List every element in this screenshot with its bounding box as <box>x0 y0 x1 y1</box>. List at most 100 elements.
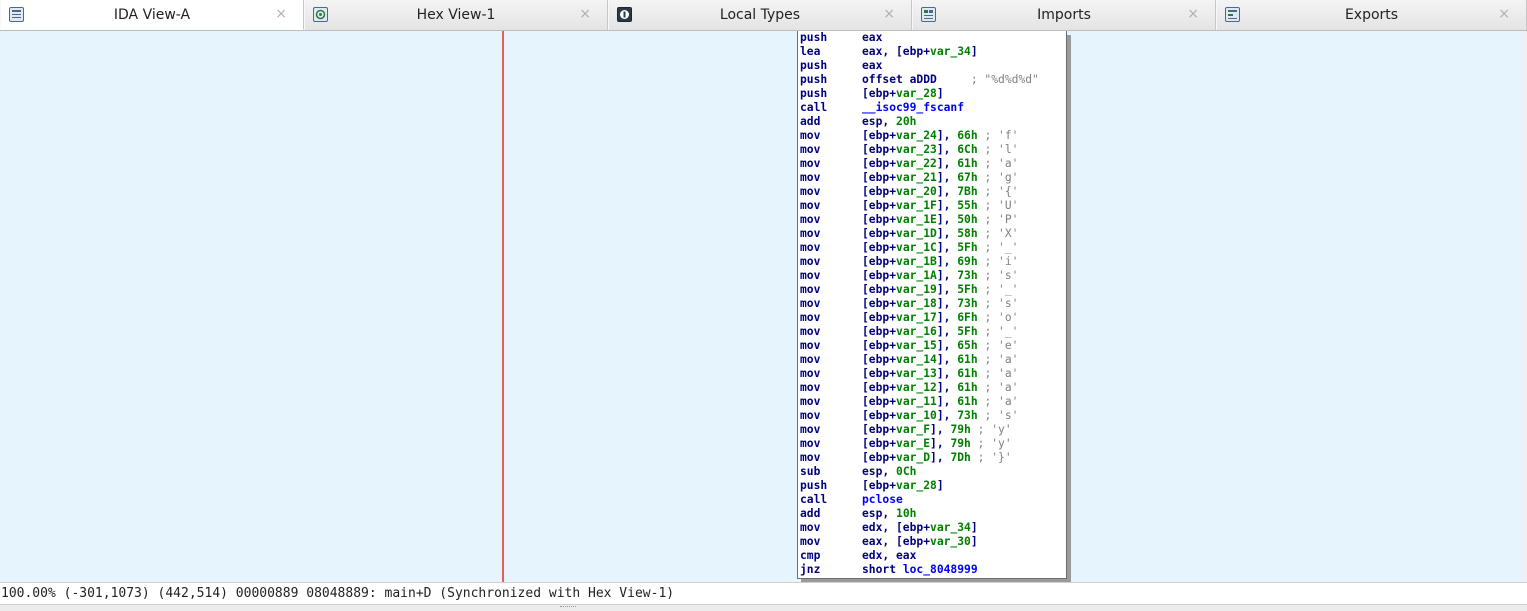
asm-operand[interactable]: [ebp+ <box>862 87 896 100</box>
asm-line[interactable]: mov [ebp+var_1C], 5Fh ; '_' <box>800 241 1018 255</box>
asm-line[interactable]: add esp, 20h <box>800 115 916 129</box>
asm-line[interactable]: mov [ebp+var_11], 61h ; 'a' <box>800 395 1018 409</box>
asm-mnemonic[interactable]: mov <box>800 185 862 199</box>
asm-immediate[interactable]: 73h <box>957 269 977 282</box>
close-icon[interactable]: × <box>883 6 895 22</box>
asm-line[interactable]: mov [ebp+var_22], 61h ; 'a' <box>800 157 1018 171</box>
asm-mnemonic[interactable]: add <box>800 507 862 521</box>
asm-operand[interactable]: [ebp+ <box>862 353 896 366</box>
asm-operand[interactable]: [ebp+ <box>862 325 896 338</box>
asm-mnemonic[interactable]: mov <box>800 283 862 297</box>
asm-operand[interactable]: eax <box>862 31 882 44</box>
asm-mnemonic[interactable]: push <box>800 59 862 73</box>
asm-immediate[interactable]: 61h <box>957 353 977 366</box>
asm-line[interactable]: mov [ebp+var_20], 7Bh ; '{' <box>800 185 1018 199</box>
asm-mnemonic[interactable]: mov <box>800 325 862 339</box>
resize-grip-icon[interactable] <box>560 606 576 610</box>
asm-immediate[interactable]: 58h <box>957 227 977 240</box>
asm-immediate[interactable]: 55h <box>957 199 977 212</box>
asm-operand[interactable]: ] <box>937 479 944 492</box>
asm-line[interactable]: mov [ebp+var_14], 61h ; 'a' <box>800 353 1018 367</box>
asm-operand[interactable]: ], <box>937 297 957 310</box>
asm-operand[interactable]: [ebp+ <box>862 199 896 212</box>
asm-line[interactable]: mov [ebp+var_13], 61h ; 'a' <box>800 367 1018 381</box>
asm-operand[interactable]: [ebp+ <box>862 395 896 408</box>
asm-operand[interactable]: edx, [ebp+ <box>862 521 930 534</box>
asm-line[interactable]: mov [ebp+var_24], 66h ; 'f' <box>800 129 1018 143</box>
resize-strip[interactable] <box>0 604 1527 611</box>
asm-line[interactable]: push [ebp+var_28] <box>800 87 944 101</box>
asm-operand[interactable]: ], <box>937 227 957 240</box>
asm-line[interactable]: add esp, 10h <box>800 507 916 521</box>
asm-line[interactable]: mov [ebp+var_15], 65h ; 'e' <box>800 339 1018 353</box>
asm-line[interactable]: mov [ebp+var_17], 6Fh ; 'o' <box>800 311 1018 325</box>
asm-line[interactable]: mov [ebp+var_F], 79h ; 'y' <box>800 423 1012 437</box>
asm-variable[interactable]: var_1F <box>896 199 937 212</box>
asm-operand[interactable]: offset aDDD <box>862 73 937 86</box>
asm-variable[interactable]: var_28 <box>896 479 937 492</box>
asm-line[interactable]: mov [ebp+var_10], 73h ; 's' <box>800 409 1018 423</box>
asm-mnemonic[interactable]: jnz <box>800 563 862 577</box>
asm-mnemonic[interactable]: mov <box>800 269 862 283</box>
asm-operand[interactable]: ], <box>937 353 957 366</box>
asm-immediate[interactable]: 66h <box>957 129 977 142</box>
asm-line[interactable]: call pclose <box>800 493 903 507</box>
asm-operand[interactable]: [ebp+ <box>862 451 896 464</box>
asm-immediate[interactable]: 61h <box>957 157 977 170</box>
asm-mnemonic[interactable]: mov <box>800 409 862 423</box>
asm-operand[interactable]: edx, eax <box>862 549 916 562</box>
asm-immediate[interactable]: 65h <box>957 339 977 352</box>
asm-operand[interactable]: [ebp+ <box>862 311 896 324</box>
asm-line[interactable]: mov [ebp+var_16], 5Fh ; '_' <box>800 325 1018 339</box>
asm-variable[interactable]: var_11 <box>896 395 937 408</box>
asm-operand[interactable]: ], <box>937 157 957 170</box>
asm-mnemonic[interactable]: call <box>800 493 862 507</box>
asm-operand[interactable]: [ebp+ <box>862 213 896 226</box>
asm-variable[interactable]: var_23 <box>896 143 937 156</box>
asm-mnemonic[interactable]: mov <box>800 227 862 241</box>
asm-mnemonic[interactable]: push <box>800 73 862 87</box>
asm-operand[interactable]: [ebp+ <box>862 423 896 436</box>
asm-immediate[interactable]: 5Fh <box>957 325 977 338</box>
asm-variable[interactable]: var_34 <box>930 521 971 534</box>
asm-line[interactable]: mov [ebp+var_D], 7Dh ; '}' <box>800 451 1012 465</box>
asm-operand[interactable]: [ebp+ <box>862 241 896 254</box>
asm-variable[interactable]: var_16 <box>896 325 937 338</box>
graph-view-canvas[interactable] <box>0 31 1521 582</box>
asm-line[interactable]: push offset aDDD ; "%d%d%d" <box>800 73 1039 87</box>
asm-operand[interactable]: ], <box>937 199 957 212</box>
asm-line[interactable]: mov [ebp+var_23], 6Ch ; 'l' <box>800 143 1018 157</box>
asm-line[interactable]: mov [ebp+var_1E], 50h ; 'P' <box>800 213 1018 227</box>
disassembly-node[interactable]: push eax lea eax, [ebp+var_34] push eax push of… <box>797 31 1067 579</box>
asm-immediate[interactable]: 79h <box>950 437 970 450</box>
asm-operand[interactable]: eax <box>862 59 882 72</box>
asm-mnemonic[interactable]: mov <box>800 437 862 451</box>
asm-immediate[interactable]: 0Ch <box>896 465 916 478</box>
close-icon[interactable]: × <box>275 6 287 22</box>
asm-variable[interactable]: var_21 <box>896 171 937 184</box>
asm-line[interactable]: lea eax, [ebp+var_34] <box>800 45 978 59</box>
asm-line[interactable]: push [ebp+var_28] <box>800 479 944 493</box>
asm-operand[interactable]: ], <box>930 437 950 450</box>
asm-operand[interactable]: eax, [ebp+ <box>862 45 930 58</box>
asm-variable[interactable]: var_30 <box>930 535 971 548</box>
asm-line[interactable]: mov edx, [ebp+var_34] <box>800 521 978 535</box>
tab-hex-view-1[interactable]: Hex View-1 × <box>304 0 608 30</box>
asm-variable[interactable]: var_17 <box>896 311 937 324</box>
asm-variable[interactable]: var_19 <box>896 283 937 296</box>
asm-operand[interactable]: ], <box>937 395 957 408</box>
asm-operand[interactable]: [ebp+ <box>862 129 896 142</box>
asm-line[interactable]: push eax <box>800 31 882 45</box>
asm-operand[interactable]: ], <box>937 311 957 324</box>
asm-variable[interactable]: var_24 <box>896 129 937 142</box>
asm-mnemonic[interactable]: mov <box>800 171 862 185</box>
asm-operand[interactable]: ], <box>937 409 957 422</box>
asm-operand[interactable]: ], <box>937 213 957 226</box>
tab-exports[interactable]: Exports × <box>1216 0 1527 30</box>
asm-mnemonic[interactable]: mov <box>800 297 862 311</box>
asm-line[interactable]: mov [ebp+var_1B], 69h ; 'i' <box>800 255 1018 269</box>
asm-operand[interactable]: esp, <box>862 465 896 478</box>
asm-line[interactable]: call __isoc99_fscanf <box>800 101 964 115</box>
asm-operand[interactable]: ], <box>937 283 957 296</box>
asm-mnemonic[interactable]: mov <box>800 381 862 395</box>
